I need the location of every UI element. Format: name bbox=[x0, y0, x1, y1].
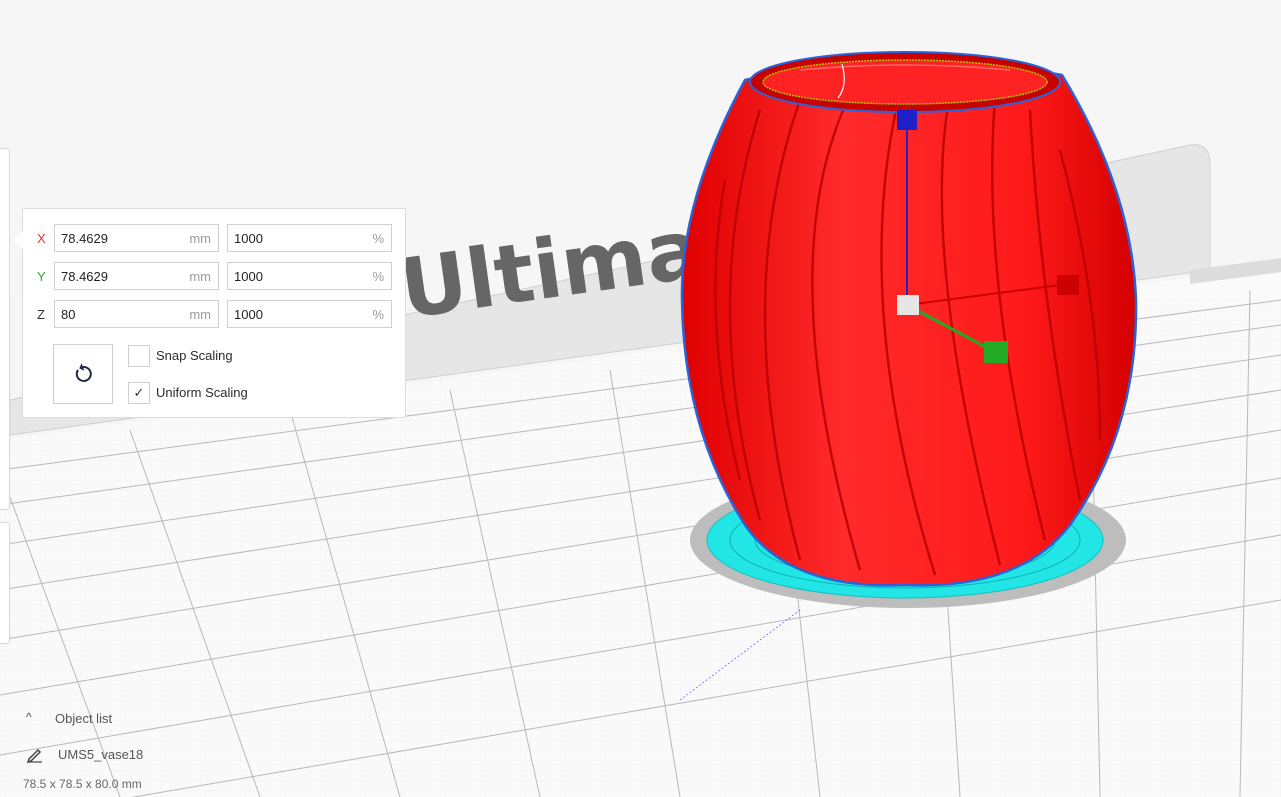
reset-scale-button[interactable] bbox=[53, 344, 113, 404]
x-percent-value: 1000 bbox=[234, 231, 263, 246]
panel-pointer bbox=[14, 231, 23, 249]
x-percent-unit: % bbox=[372, 231, 384, 246]
gizmo-x-handle[interactable] bbox=[1057, 275, 1079, 295]
axis-label-z: Z bbox=[37, 307, 45, 322]
pencil-icon[interactable] bbox=[26, 745, 44, 763]
object-list-label: Object list bbox=[55, 711, 113, 726]
object-dimensions: 78.5 x 78.5 x 80.0 mm bbox=[23, 777, 142, 791]
object-list-item[interactable]: UMS5_vase18 bbox=[26, 745, 266, 765]
chevron-up-icon: ^ bbox=[26, 710, 32, 724]
tool-sidebar[interactable] bbox=[0, 148, 10, 510]
snap-scaling-checkbox[interactable] bbox=[128, 345, 150, 367]
y-mm-value: 78.4629 bbox=[61, 269, 108, 284]
3d-viewport[interactable]: Ultima X 78.4629 mm 1000 % Y 78.4629 mm … bbox=[0, 0, 1281, 797]
gizmo-z-handle[interactable] bbox=[897, 110, 917, 130]
scale-row-z: Z 80 mm 1000 % bbox=[23, 300, 407, 330]
scale-row-y: Y 78.4629 mm 1000 % bbox=[23, 262, 407, 292]
z-mm-value: 80 bbox=[61, 307, 76, 322]
z-percent-unit: % bbox=[372, 307, 384, 322]
object-list-toggle[interactable]: ^ Object list bbox=[26, 709, 226, 729]
x-mm-value: 78.4629 bbox=[61, 231, 108, 246]
snap-scaling-label: Snap Scaling bbox=[156, 348, 233, 363]
z-percent-input[interactable]: 1000 % bbox=[227, 300, 392, 328]
uniform-scaling-checkbox[interactable]: ✓ bbox=[128, 382, 150, 404]
object-name: UMS5_vase18 bbox=[58, 747, 144, 762]
y-percent-value: 1000 bbox=[234, 269, 263, 284]
axis-label-y: Y bbox=[37, 269, 46, 284]
gizmo-center-handle[interactable] bbox=[897, 295, 919, 315]
y-mm-unit: mm bbox=[189, 269, 211, 284]
z-mm-unit: mm bbox=[189, 307, 211, 322]
uniform-scaling-option[interactable]: ✓ Uniform Scaling bbox=[128, 382, 378, 404]
x-percent-input[interactable]: 1000 % bbox=[227, 224, 392, 252]
x-mm-unit: mm bbox=[189, 231, 211, 246]
y-mm-input[interactable]: 78.4629 mm bbox=[54, 262, 219, 290]
scale-tool-panel: X 78.4629 mm 1000 % Y 78.4629 mm 1000 % … bbox=[14, 208, 407, 418]
x-mm-input[interactable]: 78.4629 mm bbox=[54, 224, 219, 252]
reset-rotate-icon bbox=[75, 363, 92, 382]
tool-sidebar-secondary[interactable] bbox=[0, 522, 10, 644]
uniform-scaling-label: Uniform Scaling bbox=[156, 385, 248, 400]
y-percent-unit: % bbox=[372, 269, 384, 284]
vase-model[interactable] bbox=[680, 59, 1138, 587]
gizmo-y-handle[interactable] bbox=[984, 341, 1008, 363]
snap-scaling-option[interactable]: Snap Scaling bbox=[128, 345, 378, 367]
y-percent-input[interactable]: 1000 % bbox=[227, 262, 392, 290]
axis-label-x: X bbox=[37, 231, 46, 246]
z-percent-value: 1000 bbox=[234, 307, 263, 322]
scale-row-x: X 78.4629 mm 1000 % bbox=[23, 224, 407, 254]
z-mm-input[interactable]: 80 mm bbox=[54, 300, 219, 328]
vase-opening bbox=[762, 59, 1048, 105]
